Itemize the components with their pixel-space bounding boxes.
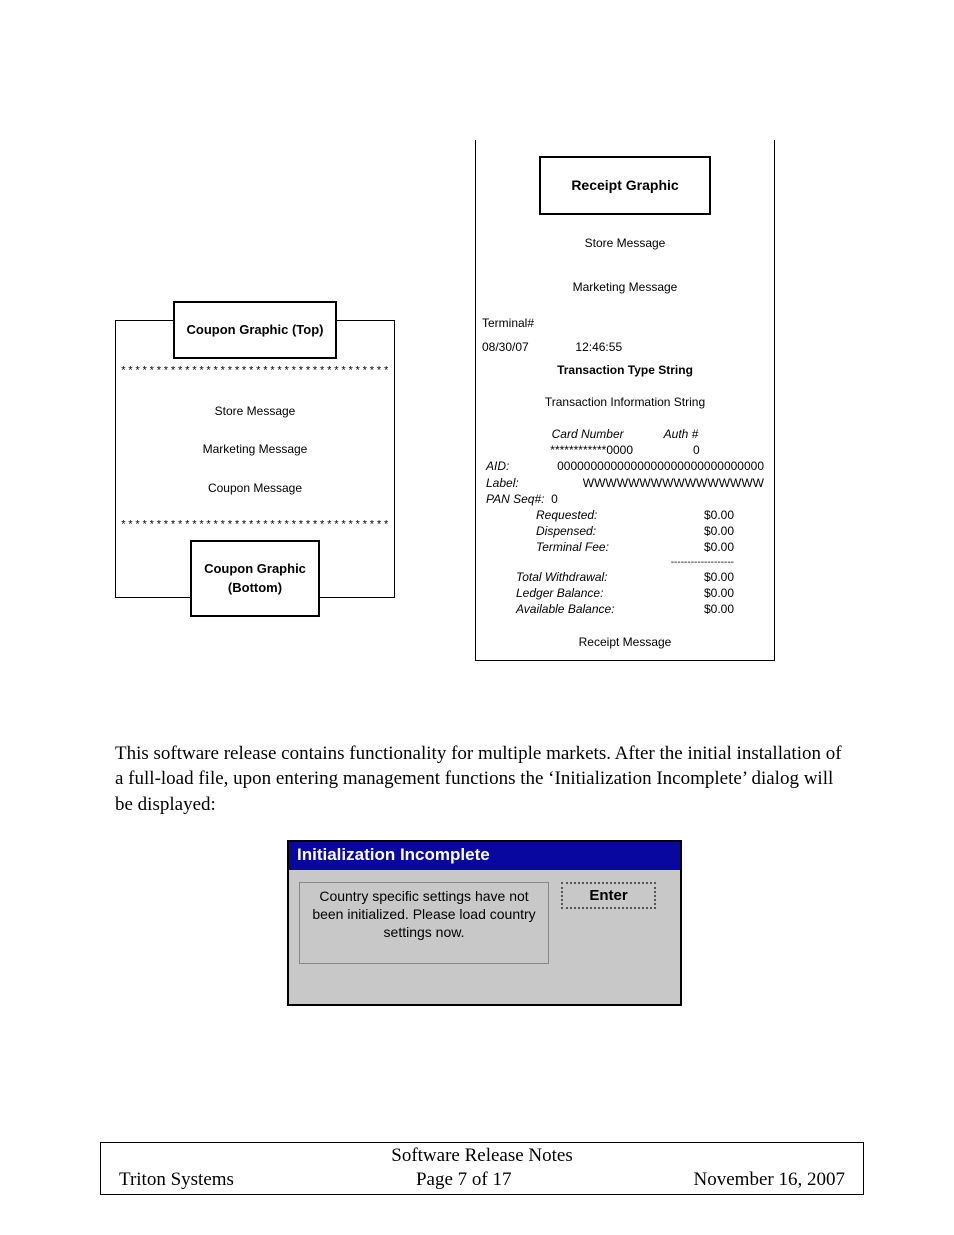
coupon-marketing-message: Marketing Message (116, 441, 394, 458)
terminal-fee-label: Terminal Fee: (536, 539, 609, 555)
receipt-graphic-box: Receipt Graphic (539, 156, 710, 215)
card-number-value: ************0000 (550, 442, 633, 458)
aid-value: 0000000000000000000000000000000 (542, 458, 764, 474)
terminal-fee-value: $0.00 (704, 539, 734, 555)
label-label: Label: (486, 475, 542, 491)
receipt-marketing-message: Marketing Message (476, 279, 774, 295)
coupon-store-message: Store Message (116, 403, 394, 420)
auth-value: 0 (693, 442, 700, 458)
enter-button[interactable]: Enter (561, 882, 656, 909)
figures-row: Coupon Graphic (Top) *******************… (115, 140, 854, 661)
dispensed-value: $0.00 (704, 523, 734, 539)
receipt-figure: Receipt Graphic Store Message Marketing … (475, 140, 775, 661)
body-paragraph: This software release contains functiona… (115, 741, 854, 818)
requested-value: $0.00 (704, 507, 734, 523)
coupon-graphic-bottom-line1: Coupon Graphic (204, 561, 306, 576)
terminal-label: Terminal# (482, 316, 534, 330)
transaction-info-string: Transaction Information String (476, 394, 774, 410)
ledger-balance-label: Ledger Balance: (516, 585, 603, 601)
receipt-store-message: Store Message (476, 235, 774, 251)
footer-title: Software Release Notes (101, 1143, 863, 1169)
dialog-message: Country specific settings have not been … (299, 882, 549, 965)
receipt-message: Receipt Message (476, 634, 774, 650)
dialog-title: Initialization Incomplete (289, 842, 680, 870)
receipt-dashes: ------------------- (476, 556, 774, 570)
requested-label: Requested: (536, 507, 597, 523)
receipt-time: 12:46:55 (575, 340, 622, 354)
footer-company: Triton Systems (119, 1169, 234, 1191)
aid-label: AID: (486, 458, 542, 474)
total-withdrawal-value: $0.00 (704, 569, 734, 585)
available-balance-label: Available Balance: (516, 601, 615, 617)
dispensed-label: Dispensed: (536, 523, 596, 539)
divider-stars: ************************************** (116, 365, 394, 380)
coupon-graphic-bottom: Coupon Graphic (Bottom) (190, 540, 320, 616)
panseq-value: 0 (551, 492, 558, 506)
receipt-date: 08/30/07 (482, 340, 529, 354)
coupon-figure: Coupon Graphic (Top) *******************… (115, 320, 395, 598)
label-value: WWWWWWWWWWWWWWWW (542, 475, 764, 491)
divider-stars: ************************************** (116, 519, 394, 534)
initialization-incomplete-dialog: Initialization Incomplete Country specif… (287, 840, 682, 1007)
footer-date: November 16, 2007 (694, 1169, 845, 1191)
panseq-label: PAN Seq#: (486, 492, 544, 506)
coupon-graphic-top: Coupon Graphic (Top) (173, 301, 338, 359)
coupon-message: Coupon Message (116, 480, 394, 497)
auth-label: Auth # (664, 426, 699, 442)
ledger-balance-value: $0.00 (704, 585, 734, 601)
total-withdrawal-label: Total Withdrawal: (516, 569, 608, 585)
footer-page: Page 7 of 17 (416, 1169, 512, 1191)
transaction-type-string: Transaction Type String (476, 362, 774, 378)
card-number-label: Card Number (552, 426, 624, 442)
available-balance-value: $0.00 (704, 601, 734, 617)
coupon-graphic-bottom-line2: (Bottom) (228, 580, 282, 595)
page-footer: Software Release Notes Triton Systems Pa… (100, 1142, 864, 1195)
